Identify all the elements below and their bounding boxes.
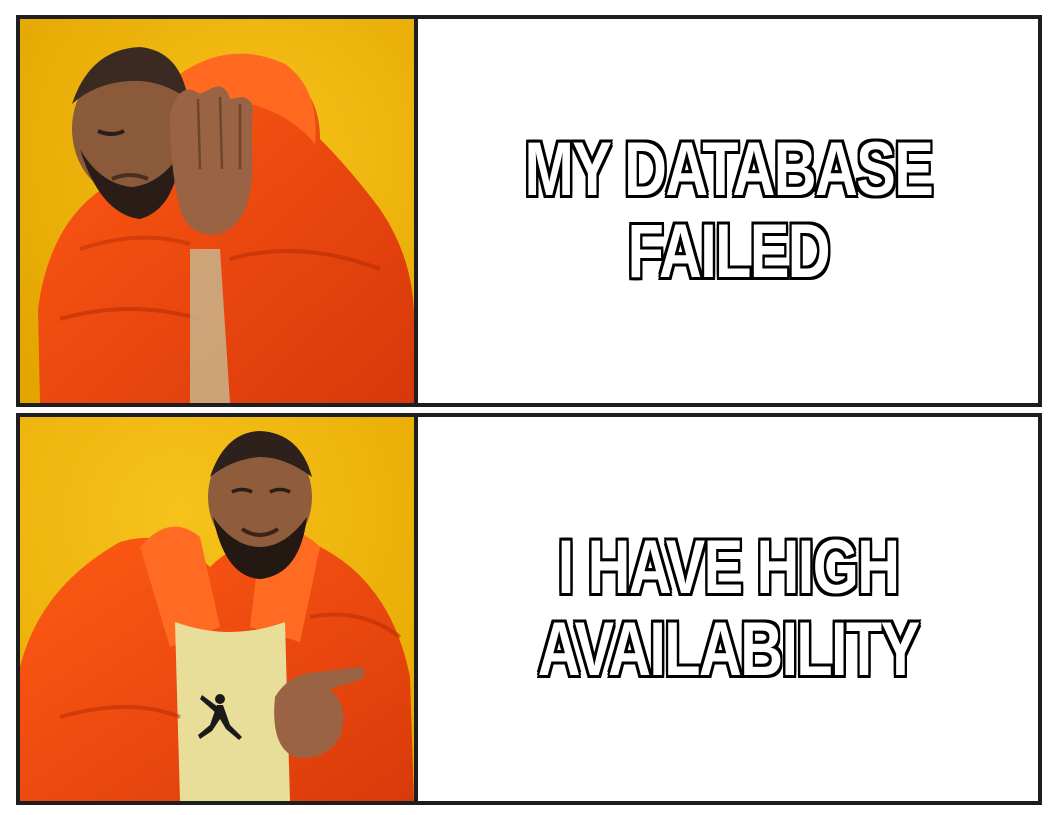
top-caption-line-1: MY DATABASE: [524, 127, 933, 212]
drake-meme: MY DATABASE FAILED I HAVE HIGH AVAILABIL…: [0, 0, 1056, 815]
top-caption-line-2: FAILED: [627, 209, 830, 294]
bottom-caption-area: I HAVE HIGH AVAILABILITY: [418, 417, 1038, 801]
bottom-caption: I HAVE HIGH AVAILABILITY: [537, 525, 920, 692]
top-image-rejecting: [20, 19, 418, 403]
drake-approving-illustration: [20, 417, 414, 801]
bottom-caption-line-1: I HAVE HIGH: [557, 525, 900, 610]
bottom-panel: I HAVE HIGH AVAILABILITY: [16, 413, 1042, 805]
top-caption-area: MY DATABASE FAILED: [418, 19, 1038, 403]
drake-rejecting-illustration: [20, 19, 414, 403]
bottom-caption-line-2: AVAILABILITY: [537, 607, 920, 692]
top-caption: MY DATABASE FAILED: [524, 127, 933, 294]
top-panel: MY DATABASE FAILED: [16, 15, 1042, 407]
bottom-image-approving: [20, 417, 418, 801]
